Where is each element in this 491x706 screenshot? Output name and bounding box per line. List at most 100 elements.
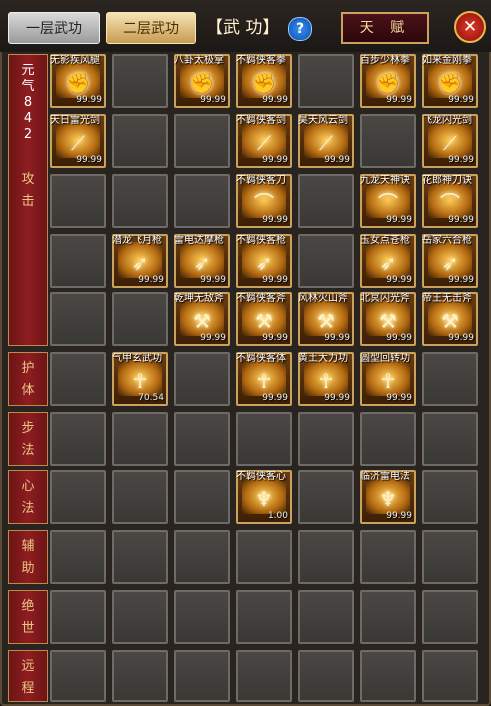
empty-slot[interactable]: [174, 114, 230, 168]
tab-layer-one[interactable]: 一层武功: [8, 12, 100, 44]
empty-slot[interactable]: [360, 650, 416, 702]
empty-slot[interactable]: [360, 412, 416, 466]
skill-slot[interactable]: ⚒ 帝王无击斧 99.99: [422, 292, 478, 346]
empty-slot[interactable]: [174, 352, 230, 406]
skill-level: 99.99: [386, 333, 412, 343]
skill-slot[interactable]: ☥ 黄土大力功 99.99: [298, 352, 354, 406]
skill-slot[interactable]: ⚒ 北冥闪光斧 99.99: [360, 292, 416, 346]
empty-slot[interactable]: [360, 590, 416, 644]
skill-name: 不羁侠客拳: [236, 55, 286, 66]
empty-slot[interactable]: [236, 650, 292, 702]
empty-slot[interactable]: [50, 590, 106, 644]
empty-slot[interactable]: [174, 412, 230, 466]
skill-slot[interactable]: ♆ 不羁侠客心 1.00: [236, 470, 292, 524]
empty-slot[interactable]: [112, 590, 168, 644]
empty-slot[interactable]: [112, 114, 168, 168]
empty-slot[interactable]: [112, 174, 168, 228]
skill-slot[interactable]: ✊ 不羁侠客拳 99.99: [236, 54, 292, 108]
empty-slot[interactable]: [174, 174, 230, 228]
empty-slot[interactable]: [298, 54, 354, 108]
skill-slot[interactable]: ☥ 不羁侠客体 99.99: [236, 352, 292, 406]
category-6[interactable]: 远程: [8, 650, 48, 702]
close-icon[interactable]: ✕: [454, 11, 486, 43]
empty-slot[interactable]: [298, 234, 354, 288]
empty-slot[interactable]: [298, 412, 354, 466]
skill-slot[interactable]: ⌒ 九龙天神诀 99.99: [360, 174, 416, 228]
skill-slot[interactable]: ➶ 潜龙飞月枪 99.99: [112, 234, 168, 288]
empty-slot[interactable]: [50, 412, 106, 466]
empty-slot[interactable]: [422, 650, 478, 702]
empty-slot[interactable]: [298, 590, 354, 644]
category-2[interactable]: 步法: [8, 412, 48, 466]
category-0[interactable]: 元气842 攻击: [8, 54, 48, 346]
empty-slot[interactable]: [236, 412, 292, 466]
skill-slot[interactable]: ⟋ 天日雷光剑 99.99: [50, 114, 106, 168]
skill-glyph: ⌒: [254, 191, 274, 215]
skill-slot[interactable]: ➶ 玉女点苍枪 99.99: [360, 234, 416, 288]
skill-level: 99.99: [386, 275, 412, 285]
empty-slot[interactable]: [112, 530, 168, 584]
empty-slot[interactable]: [236, 590, 292, 644]
category-1[interactable]: 护体: [8, 352, 48, 406]
skill-slot[interactable]: ⌒ 花郎神刀诀 99.99: [422, 174, 478, 228]
empty-slot[interactable]: [112, 292, 168, 346]
empty-slot[interactable]: [112, 650, 168, 702]
empty-slot[interactable]: [360, 530, 416, 584]
skill-glyph: ➶: [255, 251, 273, 275]
skill-slot[interactable]: ⌒ 不羁侠客刀 99.99: [236, 174, 292, 228]
empty-slot[interactable]: [112, 54, 168, 108]
empty-slot[interactable]: [298, 174, 354, 228]
empty-slot[interactable]: [298, 530, 354, 584]
empty-slot[interactable]: [50, 650, 106, 702]
skill-level: 99.99: [448, 95, 474, 105]
category-label-char: 攻: [21, 172, 35, 187]
empty-slot[interactable]: [422, 590, 478, 644]
empty-slot[interactable]: [50, 292, 106, 346]
tab-layer-two[interactable]: 二层武功: [106, 12, 196, 44]
empty-slot[interactable]: [360, 114, 416, 168]
skill-slot[interactable]: ➶ 不羁侠客枪 99.99: [236, 234, 292, 288]
skill-slot[interactable]: ⚒ 不羁侠客斧 99.99: [236, 292, 292, 346]
skill-level: 99.99: [262, 215, 288, 225]
empty-slot[interactable]: [298, 650, 354, 702]
empty-slot[interactable]: [112, 412, 168, 466]
skill-slot[interactable]: ➶ 岳家六合枪 99.99: [422, 234, 478, 288]
skill-slot[interactable]: ✊ 无影疾风腿 99.99: [50, 54, 106, 108]
category-label-char: 击: [21, 194, 35, 209]
empty-slot[interactable]: [174, 650, 230, 702]
empty-slot[interactable]: [422, 352, 478, 406]
skill-glyph: ➶: [441, 251, 459, 275]
talent-button[interactable]: 天 赋: [341, 12, 429, 44]
category-4[interactable]: 辅助: [8, 530, 48, 584]
skill-slot[interactable]: ✊ 八卦太极掌 99.99: [174, 54, 230, 108]
help-icon[interactable]: ?: [288, 17, 312, 41]
empty-slot[interactable]: [50, 352, 106, 406]
empty-slot[interactable]: [50, 530, 106, 584]
empty-slot[interactable]: [174, 530, 230, 584]
empty-slot[interactable]: [50, 234, 106, 288]
empty-slot[interactable]: [50, 174, 106, 228]
skill-slot[interactable]: ♆ 临济雷电法 99.99: [360, 470, 416, 524]
skill-slot[interactable]: ⟋ 飞龙闪光剑 99.99: [422, 114, 478, 168]
empty-slot[interactable]: [236, 530, 292, 584]
category-5[interactable]: 绝世: [8, 590, 48, 644]
empty-slot[interactable]: [422, 530, 478, 584]
empty-slot[interactable]: [422, 412, 478, 466]
skill-slot[interactable]: ✊ 如来金刚拳 99.99: [422, 54, 478, 108]
category-3[interactable]: 心法: [8, 470, 48, 524]
skill-slot[interactable]: ⚒ 风林火山斧 99.99: [298, 292, 354, 346]
empty-slot[interactable]: [174, 470, 230, 524]
empty-slot[interactable]: [112, 470, 168, 524]
empty-slot[interactable]: [422, 470, 478, 524]
skill-slot[interactable]: ➶ 雷电达摩枪 99.99: [174, 234, 230, 288]
skill-slot[interactable]: ⟋ 昊天风云剑 99.99: [298, 114, 354, 168]
skill-glyph: ⚒: [193, 309, 211, 333]
empty-slot[interactable]: [298, 470, 354, 524]
empty-slot[interactable]: [50, 470, 106, 524]
skill-slot[interactable]: ☥ 气甲玄武功 70.54: [112, 352, 168, 406]
skill-slot[interactable]: ✊ 百步少林拳 99.99: [360, 54, 416, 108]
skill-slot[interactable]: ☥ 圆型回转功 99.99: [360, 352, 416, 406]
skill-slot[interactable]: ⚒ 乾坤无敌斧 99.99: [174, 292, 230, 346]
empty-slot[interactable]: [174, 590, 230, 644]
skill-slot[interactable]: ⟋ 不羁侠客剑 99.99: [236, 114, 292, 168]
